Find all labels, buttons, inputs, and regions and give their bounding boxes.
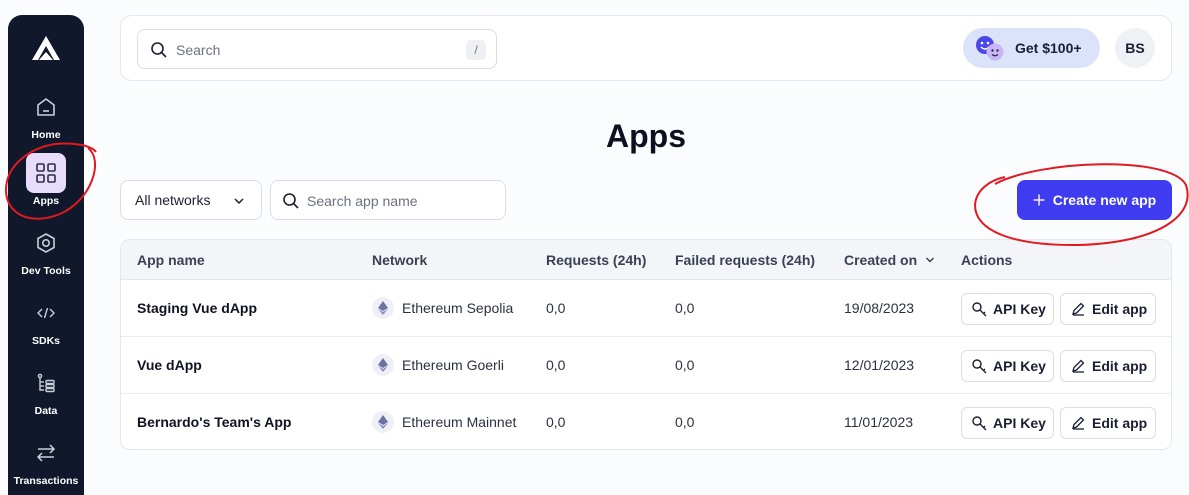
logo-icon[interactable]: [31, 35, 61, 61]
page-title: Apps: [606, 118, 686, 154]
key-icon: [972, 302, 987, 317]
edit-app-label: Edit app: [1092, 301, 1148, 317]
column-header-actions: Actions: [961, 252, 1013, 268]
network-name: Ethereum Goerli: [402, 357, 504, 373]
api-key-label: API Key: [993, 415, 1046, 431]
sidebar-item-transactions[interactable]: Transactions: [8, 433, 84, 487]
sidebar-item-label: Data: [34, 405, 58, 417]
network-filter-select[interactable]: All networks: [120, 180, 262, 220]
failed-requests-value: 0,0: [675, 414, 695, 430]
ethereum-icon: [372, 297, 394, 319]
failed-requests-value: 0,0: [675, 357, 695, 373]
referral-faces-icon: [976, 36, 1004, 61]
column-header-created-on[interactable]: Created on: [844, 252, 935, 268]
search-input[interactable]: [176, 38, 456, 62]
plus-icon: [1033, 194, 1045, 206]
edit-app-label: Edit app: [1092, 415, 1148, 431]
home-icon: [26, 87, 66, 127]
sidebar-item-label: Home: [31, 129, 61, 141]
api-key-button[interactable]: API Key: [961, 350, 1054, 382]
sidebar-item-label: SDKs: [31, 335, 60, 347]
data-icon: [26, 363, 66, 403]
create-new-app-label: Create new app: [1052, 192, 1157, 208]
api-key-button[interactable]: API Key: [961, 293, 1054, 325]
app-search[interactable]: [270, 180, 506, 220]
search-icon: [283, 193, 299, 209]
sidebar-item-dev-tools[interactable]: Dev Tools: [8, 223, 84, 277]
table-row[interactable]: Vue dApp Ethereum Goerli 0,0 0,0 12/01/2…: [121, 337, 1171, 394]
table-header: App name Network Requests (24h) Failed r…: [121, 240, 1171, 280]
created-on-label: Created on: [844, 252, 918, 268]
requests-value: 0,0: [546, 414, 566, 430]
column-header-failed-requests[interactable]: Failed requests (24h): [675, 252, 815, 268]
column-header-app-name[interactable]: App name: [137, 252, 205, 268]
sidebar: Home Apps Dev Tools SDKs Data Transactio…: [8, 15, 84, 495]
sidebar-item-label: Dev Tools: [21, 265, 71, 277]
api-key-button[interactable]: API Key: [961, 407, 1054, 439]
api-key-label: API Key: [993, 301, 1046, 317]
table-row[interactable]: Bernardo's Team's App Ethereum Mainnet 0…: [121, 394, 1171, 449]
app-name[interactable]: Bernardo's Team's App: [137, 414, 291, 430]
sidebar-item-label: Transactions: [13, 475, 79, 487]
network-filter-value: All networks: [135, 192, 211, 208]
key-icon: [972, 416, 987, 431]
edit-app-label: Edit app: [1092, 358, 1148, 374]
promo-label: Get $100+: [1015, 40, 1082, 56]
created-on-value: 12/01/2023: [844, 357, 915, 373]
pencil-icon: [1072, 302, 1085, 316]
apps-table: App name Network Requests (24h) Failed r…: [120, 239, 1172, 450]
search-shortcut-hint: /: [466, 40, 486, 60]
app-search-input[interactable]: [307, 189, 497, 213]
sidebar-item-home[interactable]: Home: [8, 87, 84, 141]
api-key-label: API Key: [993, 358, 1046, 374]
requests-value: 0,0: [546, 300, 566, 316]
pencil-icon: [1072, 416, 1085, 430]
failed-requests-value: 0,0: [675, 300, 695, 316]
ethereum-icon: [372, 411, 394, 433]
network-name: Ethereum Sepolia: [402, 300, 514, 316]
create-new-app-button[interactable]: Create new app: [1017, 180, 1172, 220]
sort-chevron-down-icon: [925, 257, 935, 263]
sidebar-item-sdks[interactable]: SDKs: [8, 293, 84, 347]
transactions-icon: [26, 433, 66, 473]
network-name: Ethereum Mainnet: [402, 414, 517, 430]
table-row[interactable]: Staging Vue dApp Ethereum Sepolia 0,0 0,…: [121, 280, 1171, 337]
user-avatar[interactable]: BS: [1115, 28, 1155, 68]
created-on-value: 19/08/2023: [844, 300, 915, 316]
sidebar-item-label: Apps: [32, 195, 60, 207]
requests-value: 0,0: [546, 357, 566, 373]
created-on-value: 11/01/2023: [844, 414, 914, 430]
global-search[interactable]: /: [137, 29, 497, 69]
edit-app-button[interactable]: Edit app: [1060, 293, 1156, 325]
app-name[interactable]: Staging Vue dApp: [137, 300, 257, 316]
chevron-down-icon: [234, 198, 244, 205]
pencil-icon: [1072, 359, 1085, 373]
dev-tools-icon: [26, 223, 66, 263]
edit-app-button[interactable]: Edit app: [1060, 350, 1156, 382]
sidebar-item-data[interactable]: Data: [8, 363, 84, 417]
column-header-network[interactable]: Network: [372, 252, 427, 268]
code-icon: [26, 293, 66, 333]
promo-button[interactable]: Get $100+: [963, 28, 1100, 68]
key-icon: [972, 359, 987, 374]
search-icon: [151, 42, 167, 58]
top-bar: / Get $100+ BS: [120, 15, 1172, 81]
column-header-requests[interactable]: Requests (24h): [546, 252, 646, 268]
app-name[interactable]: Vue dApp: [137, 357, 202, 373]
edit-app-button[interactable]: Edit app: [1060, 407, 1156, 439]
ethereum-icon: [372, 354, 394, 376]
apps-grid-icon: [26, 153, 66, 193]
sidebar-item-apps[interactable]: Apps: [8, 153, 84, 207]
